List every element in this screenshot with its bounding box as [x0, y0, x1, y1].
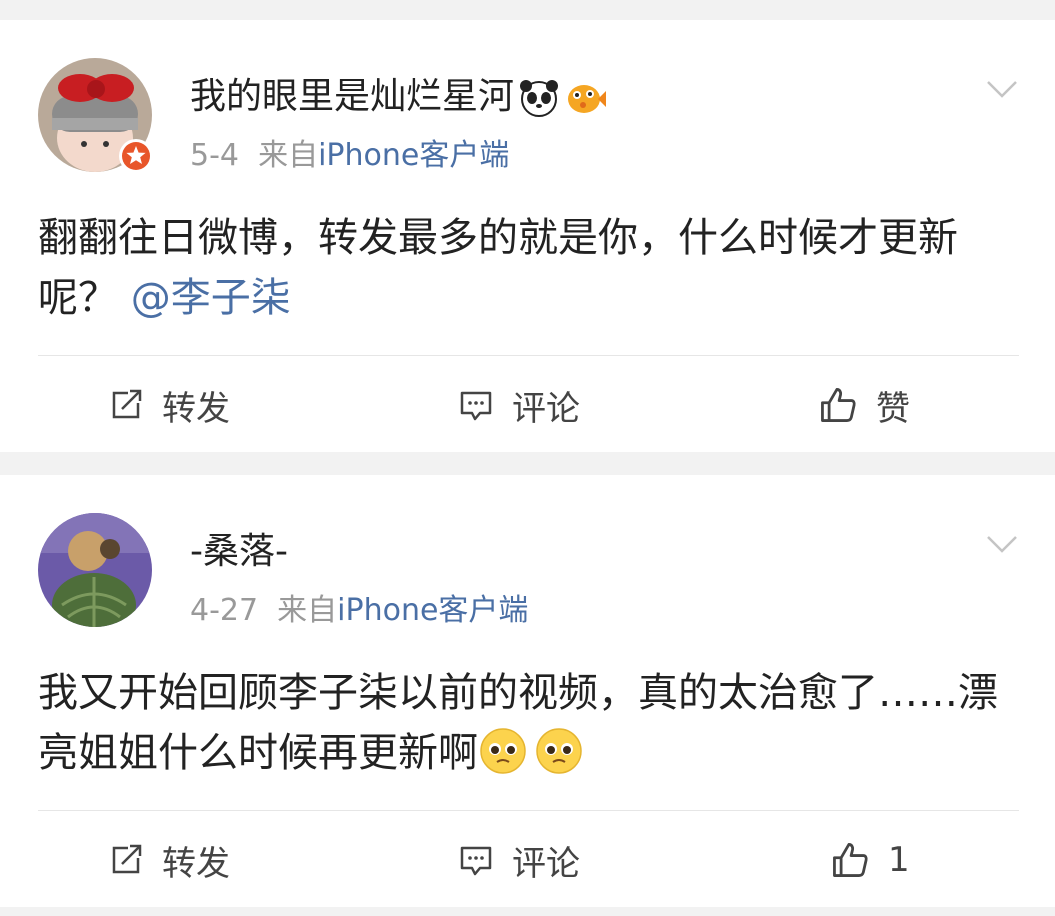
pufferfish-icon — [568, 85, 607, 113]
repost-button[interactable]: 转发 — [108, 825, 230, 895]
divider — [38, 810, 1019, 811]
comment-label: 评论 — [512, 843, 580, 884]
from-prefix: 来自 — [258, 138, 319, 173]
thumbs-up-icon — [821, 388, 856, 422]
repost-icon — [112, 389, 142, 419]
thumbs-up-icon — [833, 843, 868, 877]
post-meta: 5-4 来自iPhone客户端 — [190, 136, 509, 176]
pleading-face-icon — [480, 728, 526, 774]
comment-icon — [460, 846, 492, 876]
action-bar: 转发 评论 1 — [0, 825, 1055, 895]
comment-button[interactable]: 评论 — [458, 825, 580, 895]
post-date: 5-4 — [190, 138, 239, 173]
post-source[interactable]: iPhone客户端 — [337, 593, 528, 628]
username[interactable]: -桑落- — [190, 531, 288, 572]
star-badge-icon — [119, 139, 153, 173]
chevron-down-icon[interactable] — [985, 72, 1019, 106]
post-text: 我又开始回顾李子柒以前的视频，真的太治愈了……漂亮姐姐什么时候再更新啊 — [38, 663, 1023, 783]
repost-label: 转发 — [162, 388, 230, 429]
post-card: 我的眼里是灿烂星河 5-4 来自iPhone客户端 翻翻往日微博，转发最多的就是… — [0, 20, 1055, 452]
like-label: 赞 — [876, 388, 910, 429]
repost-button[interactable]: 转发 — [108, 370, 230, 440]
panda-icon — [520, 80, 559, 117]
post-text: 翻翻往日微博，转发最多的就是你，什么时候才更新呢？ @李子柒 — [38, 208, 1023, 328]
like-count: 1 — [888, 840, 910, 880]
like-button[interactable]: 赞 — [818, 370, 910, 440]
feed: 我的眼里是灿烂星河 5-4 来自iPhone客户端 翻翻往日微博，转发最多的就是… — [0, 0, 1055, 916]
repost-icon — [112, 844, 142, 874]
from-prefix: 来自 — [277, 593, 338, 628]
post-date: 4-27 — [190, 593, 259, 628]
username[interactable]: 我的眼里是灿烂星河 — [190, 76, 514, 117]
like-button[interactable]: 1 — [830, 825, 910, 895]
action-bar: 转发 评论 赞 — [0, 370, 1055, 440]
chevron-down-icon[interactable] — [985, 527, 1019, 561]
comment-icon — [460, 391, 492, 421]
username-row: -桑落- — [190, 530, 288, 574]
pleading-face-icon — [536, 728, 582, 774]
mention-link[interactable]: @李子柒 — [131, 275, 291, 321]
repost-label: 转发 — [162, 843, 230, 884]
avatar[interactable] — [38, 513, 152, 627]
post-meta: 4-27 来自iPhone客户端 — [190, 591, 528, 631]
post-card: -桑落- 4-27 来自iPhone客户端 我又开始回顾李子柒以前的视频，真的太… — [0, 475, 1055, 907]
post-source[interactable]: iPhone客户端 — [318, 138, 509, 173]
comment-label: 评论 — [512, 388, 580, 429]
divider — [38, 355, 1019, 356]
username-row: 我的眼里是灿烂星河 — [190, 75, 607, 119]
comment-button[interactable]: 评论 — [458, 370, 580, 440]
